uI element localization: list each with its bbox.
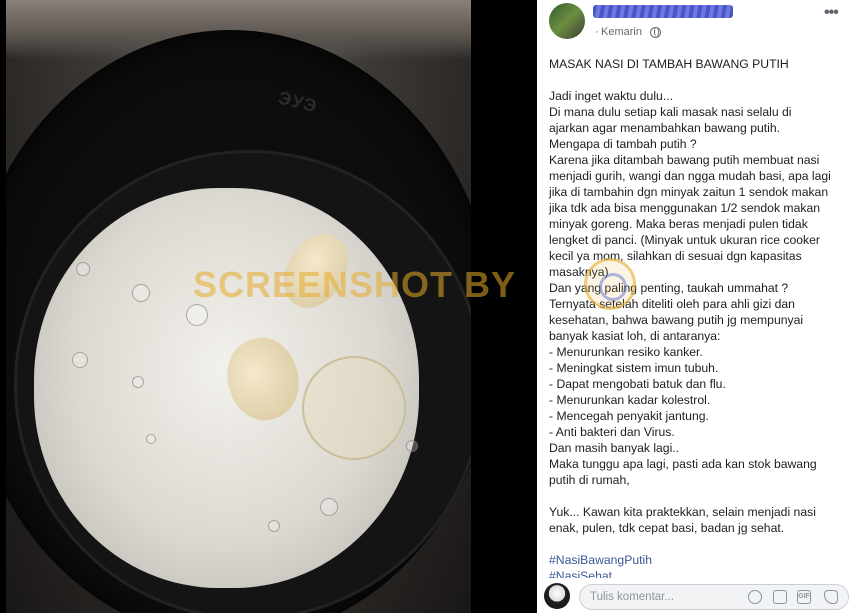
- post-line: menjadi gurih, wangi dan ngga mudah basi…: [549, 169, 831, 183]
- post-line: ajarkan agar menambahkan bawang putih.: [549, 121, 781, 135]
- bubble: [406, 440, 418, 452]
- post-line: lengket di panci. (Minyak untuk ukuran r…: [549, 233, 820, 247]
- post-line: jika tdk ada bisa menggunakan 1/2 sendok…: [549, 201, 821, 215]
- post-line: Karena jika ditambah bawang putih membua…: [549, 153, 820, 167]
- post-line: - Meningkat sistem imun tubuh.: [549, 361, 719, 375]
- post-line: Di mana dulu setiap kali masak nasi sela…: [549, 105, 792, 119]
- post-time[interactable]: Kemarin: [601, 26, 642, 38]
- post-line: kecil ya mom, silahkan di sesuai dgn kap…: [549, 249, 802, 263]
- post-line: - Anti bakteri dan Virus.: [549, 425, 675, 439]
- post-line: [549, 536, 845, 552]
- post-lines: Jadi inget waktu dulu... Di mana dulu set…: [549, 88, 845, 552]
- post-line: Maka tunggu apa lagi, pasti ada kan stok…: [549, 457, 817, 471]
- author-avatar[interactable]: [549, 3, 585, 39]
- post-line: enak, pulen, tdk cepat basi, badan jg se…: [549, 521, 785, 535]
- post-title: MASAK NASI DI TAMBAH BAWANG PUTIH: [549, 57, 789, 71]
- post-text: MASAK NASI DI TAMBAH BAWANG PUTIH Jadi i…: [549, 56, 845, 584]
- viewer-avatar: [544, 583, 570, 609]
- watermark-seal: [584, 258, 636, 310]
- post-line: Mengapa di tambah putih ?: [549, 137, 697, 151]
- post-line: - Mencegah penyakit jantung.: [549, 409, 709, 423]
- hashtag-link[interactable]: #NasiBawangPutih: [549, 552, 845, 568]
- camera-icon[interactable]: [773, 590, 787, 604]
- bubble: [186, 304, 208, 326]
- post-line: banyak kasiat loh, di antaranya:: [549, 329, 721, 343]
- post-line: jika di tambahin dgn minyak zaitun 1 sen…: [549, 185, 829, 199]
- author-name-redacted[interactable]: [593, 5, 733, 18]
- gif-icon[interactable]: GIF: [797, 590, 811, 604]
- watermark-text: SCREENSHOT BY: [193, 264, 517, 305]
- emoji-icon[interactable]: [748, 590, 762, 604]
- bubble: [320, 498, 338, 516]
- post-line: putih di rumah,: [549, 473, 630, 487]
- bubble: [146, 434, 156, 444]
- post-time-bullet: ·: [595, 26, 599, 38]
- post-line: - Dapat mengobati batuk dan flu.: [549, 377, 726, 391]
- post-line: kesehatan, bahwa bawang putih jg mempuny…: [549, 313, 804, 327]
- post-line: Dan masih banyak lagi..: [549, 441, 680, 455]
- bubble: [132, 284, 150, 302]
- post-header: · Kemarin •••: [537, 0, 855, 48]
- post-photo[interactable]: ЭУЭ: [6, 0, 471, 613]
- oil-drop: [302, 356, 406, 460]
- comment-bar: Tulis komentar... GIF: [537, 578, 855, 613]
- post-line: [549, 488, 845, 504]
- post-line: Jadi inget waktu dulu...: [549, 89, 673, 103]
- photo-viewer[interactable]: ЭУЭ: [0, 0, 537, 613]
- post-line: - Menurunkan resiko kanker.: [549, 345, 703, 359]
- bubble: [76, 262, 90, 276]
- globe-icon[interactable]: [650, 27, 661, 38]
- post-panel: · Kemarin ••• MASAK NASI DI TAMBAH BAWAN…: [537, 0, 855, 613]
- post-line: - Menurunkan kadar kolestrol.: [549, 393, 711, 407]
- bubble: [268, 520, 280, 532]
- post-line: minyak goreng. Maka beras menjadi pulen …: [549, 217, 808, 231]
- bubble: [132, 376, 144, 388]
- more-options-icon[interactable]: •••: [824, 4, 839, 22]
- bubble: [72, 352, 88, 368]
- post-line: Yuk... Kawan kita praktekkan, selain men…: [549, 505, 816, 519]
